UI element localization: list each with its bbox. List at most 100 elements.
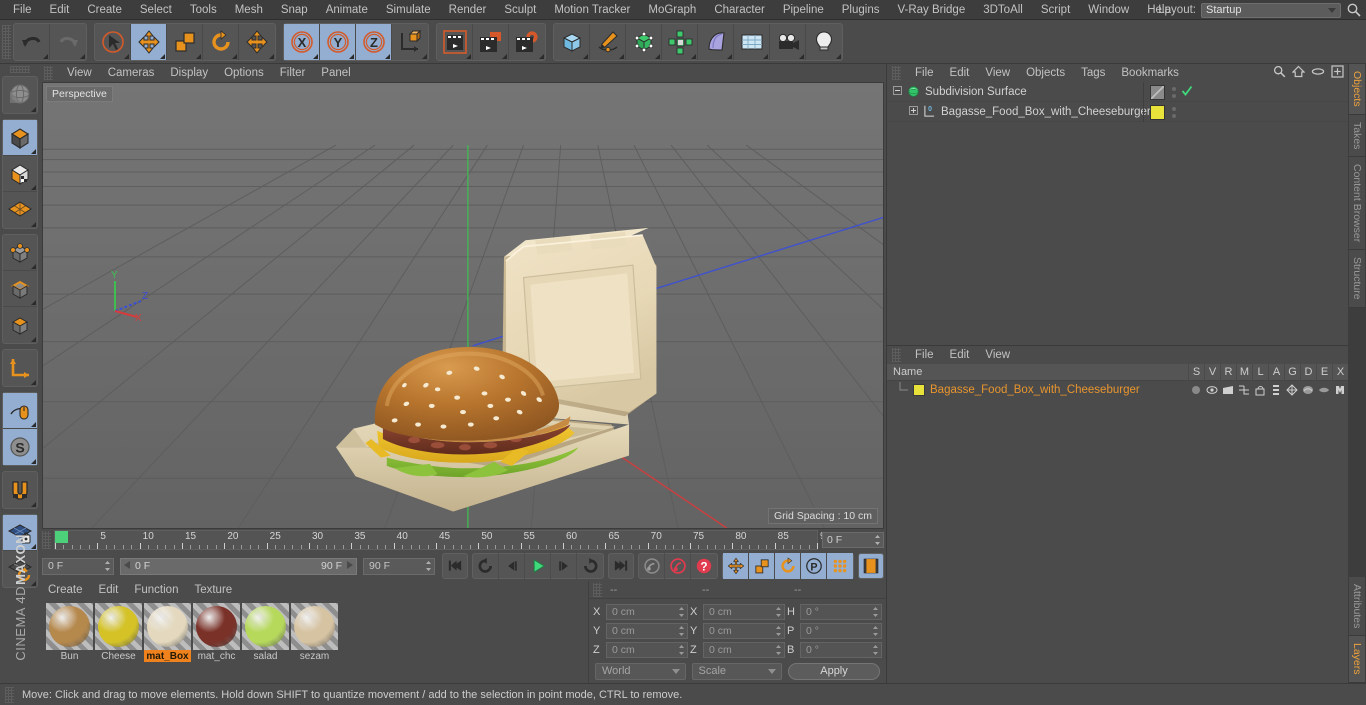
layer-menu-file[interactable]: File — [907, 346, 942, 364]
toolbar-floor-button[interactable] — [734, 23, 770, 60]
object-row[interactable]: 0 Bagasse_Food_Box_with_Cheeseburger — [887, 102, 1348, 122]
timeline-frame-field[interactable]: 0 F — [822, 532, 884, 548]
transport-timeline-button[interactable] — [858, 553, 884, 579]
layer-manager-grip[interactable] — [892, 348, 901, 362]
material-sezam[interactable]: sezam — [291, 603, 338, 662]
spinner-icon[interactable] — [872, 606, 879, 618]
toolbar-array-button[interactable] — [662, 23, 698, 60]
end-frame-field[interactable]: 90 F — [363, 557, 435, 575]
object-tag-swatch[interactable] — [1150, 84, 1165, 100]
menu-item-render[interactable]: Render — [440, 0, 496, 20]
timeline-ruler[interactable]: 051015202530354045505560657075808590 — [54, 530, 831, 550]
menu-item-edit[interactable]: Edit — [41, 0, 79, 20]
toolbar-undo-button[interactable] — [14, 23, 50, 60]
coord-rotation-input[interactable]: 0 ° — [800, 641, 882, 658]
viewport-menu-filter[interactable]: Filter — [272, 64, 314, 82]
object-tag-swatch[interactable] — [1150, 104, 1165, 120]
search-icon[interactable] — [1346, 2, 1362, 18]
layer-column-R[interactable]: R — [1220, 363, 1236, 381]
left-toolbar-grip[interactable] — [10, 66, 30, 73]
viewport-menu-grip[interactable] — [44, 66, 53, 80]
spinner-icon[interactable] — [678, 644, 685, 656]
edge-tab-content-browser[interactable]: Content Browser — [1349, 157, 1365, 251]
material-thumbnail[interactable] — [46, 603, 93, 650]
layer-xpresso-toggle[interactable] — [1332, 384, 1348, 396]
object-menu-objects[interactable]: Objects — [1018, 64, 1073, 82]
transport-next-frame-button[interactable] — [551, 553, 577, 579]
left-texture-mode-button[interactable] — [3, 156, 37, 192]
left-object-axis-button[interactable] — [3, 350, 37, 386]
transport-key-position-button[interactable] — [723, 553, 749, 579]
menu-item-window[interactable]: Window — [1079, 0, 1138, 20]
toolbar-y-axis-button[interactable]: Y — [320, 23, 356, 60]
menu-item-tools[interactable]: Tools — [181, 0, 226, 20]
coord-position-input[interactable]: 0 cm — [606, 641, 688, 658]
toolbar-render-settings-button[interactable] — [509, 24, 545, 60]
transport-previous-frame-button[interactable] — [499, 553, 525, 579]
layer-visible-toggle[interactable] — [1204, 384, 1220, 396]
spinner-icon[interactable] — [775, 625, 782, 637]
material-mat_Box[interactable]: mat_Box — [144, 603, 191, 662]
expand-toggle-icon[interactable] — [909, 105, 918, 118]
object-manager-tree[interactable]: Subdivision Surface 0 Bagasse_Food_Box_wit… — [887, 82, 1348, 337]
menu-item-3dtoall[interactable]: 3DToAll — [974, 0, 1032, 20]
toolbar-move-button[interactable] — [131, 23, 167, 60]
ellipse-icon[interactable] — [1311, 65, 1325, 81]
layer-column-E[interactable]: E — [1316, 363, 1332, 381]
spinner-icon[interactable] — [872, 644, 879, 656]
menu-item-select[interactable]: Select — [131, 0, 181, 20]
menu-item-mesh[interactable]: Mesh — [226, 0, 272, 20]
layer-column-V[interactable]: V — [1204, 363, 1220, 381]
menu-item-pipeline[interactable]: Pipeline — [774, 0, 833, 20]
material-menu-edit[interactable]: Edit — [91, 581, 127, 599]
edge-tab-attributes[interactable]: Attributes — [1349, 577, 1365, 637]
panel-divider[interactable] — [887, 337, 1348, 345]
spinner-icon[interactable] — [775, 606, 782, 618]
edge-tab-takes[interactable]: Takes — [1349, 114, 1365, 158]
toolbar-world-coord-button[interactable] — [392, 24, 428, 60]
coord-system-select[interactable]: World — [595, 662, 686, 680]
material-thumbnail[interactable] — [291, 603, 338, 650]
transport-keyframe-question-button[interactable]: ? — [691, 553, 717, 579]
object-menu-tags[interactable]: Tags — [1073, 64, 1113, 82]
menu-item-script[interactable]: Script — [1032, 0, 1079, 20]
object-manager-grip[interactable] — [892, 66, 901, 80]
transport-go-to-end-button[interactable] — [608, 553, 634, 579]
left-globe-axis-button[interactable] — [3, 77, 37, 113]
toolbar-scale-button[interactable] — [167, 23, 203, 60]
material-thumbnail[interactable] — [95, 603, 142, 650]
apply-button[interactable]: Apply — [788, 662, 880, 680]
transport-record-key-button[interactable] — [639, 553, 665, 579]
layout-select[interactable]: Startup — [1201, 2, 1341, 18]
left-snap-mode-button[interactable]: S — [3, 429, 37, 465]
menu-item-v-ray-bridge[interactable]: V-Ray Bridge — [888, 0, 974, 20]
visibility-dots[interactable] — [1172, 106, 1176, 118]
coord-size-input[interactable]: 0 cm — [703, 641, 785, 658]
layer-column-X[interactable]: X — [1332, 363, 1348, 381]
transport-key-scale-button[interactable] — [749, 553, 775, 579]
toolbar-move-alt-button[interactable] — [239, 24, 275, 60]
viewport-menu-view[interactable]: View — [59, 64, 100, 82]
object-menu-edit[interactable]: Edit — [942, 64, 978, 82]
transport-play-forward-button[interactable] — [525, 553, 551, 579]
transport-key-pla-button[interactable] — [827, 553, 853, 579]
layer-column-G[interactable]: G — [1284, 363, 1300, 381]
menu-item-create[interactable]: Create — [78, 0, 131, 20]
object-menu-file[interactable]: File — [907, 64, 942, 82]
transport-autokey-button[interactable] — [665, 553, 691, 579]
menu-item-simulate[interactable]: Simulate — [377, 0, 440, 20]
layer-manager-toggle[interactable] — [1236, 384, 1252, 396]
coord-size-input[interactable]: 0 cm — [703, 622, 785, 639]
toolbar-z-axis-button[interactable]: Z — [356, 23, 392, 60]
left-polygon-mode-button[interactable] — [3, 307, 37, 343]
edge-tab-objects[interactable]: Objects — [1349, 64, 1365, 115]
layer-solo-toggle[interactable] — [1188, 384, 1204, 396]
layer-deformer-toggle[interactable] — [1300, 384, 1316, 396]
left-viewport-solo-button[interactable] — [3, 393, 37, 429]
layer-menu-view[interactable]: View — [977, 346, 1018, 364]
material-Bun[interactable]: Bun — [46, 603, 93, 662]
toolbar-grip[interactable] — [2, 24, 11, 59]
toolbar-rotate-button[interactable] — [203, 23, 239, 60]
toolbar-x-axis-button[interactable]: X — [284, 23, 320, 60]
timeline-playhead[interactable] — [55, 531, 68, 543]
